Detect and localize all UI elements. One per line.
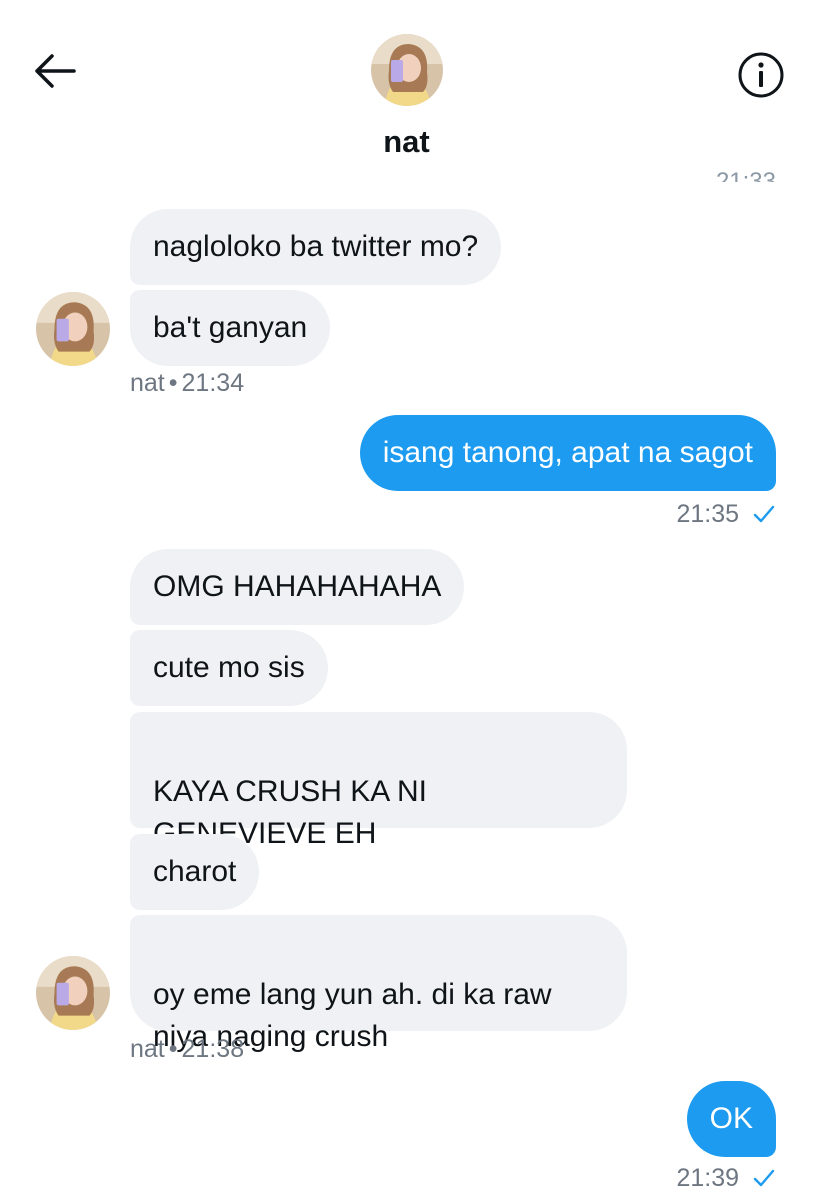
profile-photo [36,956,110,1030]
sender-avatar[interactable] [36,292,110,366]
profile-photo [371,34,443,106]
conversation-info-button[interactable] [736,50,786,100]
incoming-message[interactable]: cute mo sis [130,630,328,706]
conversation-header: nat 21:33 [0,0,813,182]
message-meta: nat • 21:34 [130,369,245,397]
incoming-message[interactable]: charot [130,834,260,910]
sender-avatar[interactable] [36,956,110,1030]
back-button[interactable] [30,46,80,96]
message-meta: 21:35 [676,500,776,529]
check-icon [753,505,775,523]
incoming-message[interactable]: oy eme lang yun ah. di ka raw niya nagin… [130,915,627,1053]
contact-name[interactable]: nat [0,124,813,160]
check-icon [753,1169,775,1187]
incoming-message[interactable]: nagloloko ba twitter mo? [130,209,502,285]
outgoing-message[interactable]: OK [686,1081,776,1157]
partial-timestamp: 21:33 [715,168,776,182]
profile-photo [36,292,110,366]
message-meta: 21:39 [676,1164,776,1193]
message-meta: nat • 21:38 [130,1035,245,1063]
info-icon [738,52,784,98]
incoming-message[interactable]: KAYA CRUSH KA NI GENEVIEVE EH [130,712,627,850]
arrow-left-icon [35,54,76,88]
contact-avatar[interactable] [371,34,443,106]
incoming-message[interactable]: ba't ganyan [130,290,331,366]
outgoing-message[interactable]: isang tanong, apat na sagot [359,415,776,491]
incoming-message[interactable]: OMG HAHAHAHAHA [130,549,465,625]
